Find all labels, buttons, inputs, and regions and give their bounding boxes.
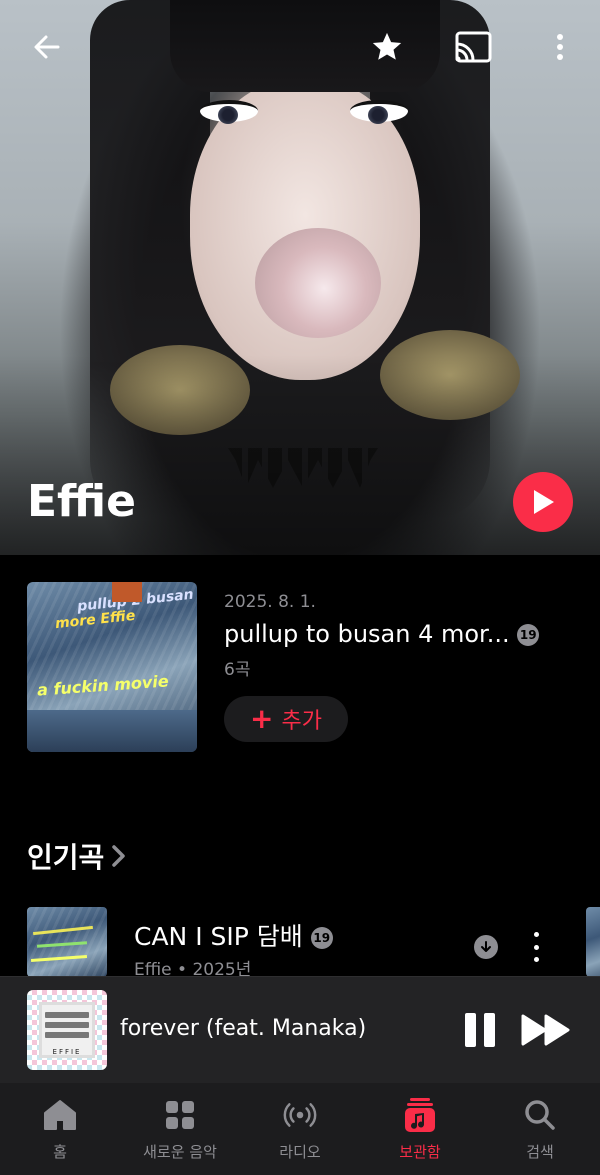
library-icon (402, 1097, 438, 1133)
tab-radio[interactable]: 라디오 (240, 1083, 360, 1175)
tab-label: 보관함 (399, 1143, 441, 1161)
mini-player[interactable]: EFFIE forever (feat. Manaka) (0, 976, 600, 1083)
download-icon[interactable] (474, 935, 498, 959)
artist-hero-image (0, 0, 600, 555)
song-title[interactable]: CAN I SIP 담배 19 (134, 917, 333, 953)
next-song-artwork[interactable] (586, 907, 600, 977)
song-artwork[interactable] (27, 907, 107, 977)
explicit-badge: 19 (310, 927, 333, 949)
now-playing-title: forever (feat. Manaka) (120, 1016, 367, 1041)
tab-home[interactable]: 홈 (0, 1083, 120, 1175)
tab-label: 라디오 (279, 1143, 321, 1161)
section-title: 인기곡 (27, 841, 105, 874)
play-button[interactable] (513, 472, 573, 532)
release-title[interactable]: pullup to busan 4 mor... 19 (224, 620, 540, 648)
tab-label: 홈 (53, 1143, 67, 1161)
release-date: 2025. 8. 1. (224, 592, 316, 612)
explicit-badge: 19 (517, 624, 540, 646)
song-more-icon[interactable] (526, 932, 546, 962)
add-button[interactable]: + 추가 (224, 696, 348, 742)
tab-label: 검색 (526, 1143, 554, 1161)
home-icon (42, 1097, 78, 1133)
tab-label: 새로운 음악 (143, 1143, 217, 1161)
tab-library[interactable]: 보관함 (360, 1083, 480, 1175)
artwork-text: a fuckin movie (36, 671, 170, 700)
search-icon (522, 1097, 558, 1133)
tab-new-music[interactable]: 새로운 음악 (120, 1083, 240, 1175)
back-arrow-icon[interactable] (27, 27, 67, 67)
next-track-button[interactable] (520, 1013, 572, 1047)
release-artwork[interactable]: pullup 2 busan 4 more Effie a fuckin mov… (27, 582, 197, 752)
tab-search[interactable]: 검색 (480, 1083, 600, 1175)
star-icon[interactable] (367, 27, 407, 67)
tab-bar: 홈 새로운 음악 라디오 보관함 검색 (0, 1083, 600, 1175)
add-label: 추가 (281, 709, 322, 734)
artwork-label: EFFIE (52, 1048, 82, 1056)
more-vertical-icon[interactable] (540, 27, 580, 67)
top-songs-header[interactable]: 인기곡 (27, 836, 126, 876)
plus-icon: + (250, 702, 274, 735)
track-count: 6곡 (224, 660, 251, 680)
cast-icon[interactable] (453, 27, 493, 67)
song-title-text: CAN I SIP 담배 (134, 922, 303, 951)
chevron-right-icon (112, 845, 126, 867)
fast-forward-icon (521, 1014, 570, 1046)
grid-icon (162, 1097, 198, 1133)
artist-name: Effie (27, 476, 136, 527)
artwork-text: more Effie (54, 607, 137, 633)
release-title-text: pullup to busan 4 mor... (224, 620, 510, 648)
play-icon (534, 490, 554, 514)
now-playing-artwork[interactable]: EFFIE (27, 990, 107, 1070)
pause-button[interactable] (465, 1013, 495, 1047)
radio-icon (282, 1097, 318, 1133)
